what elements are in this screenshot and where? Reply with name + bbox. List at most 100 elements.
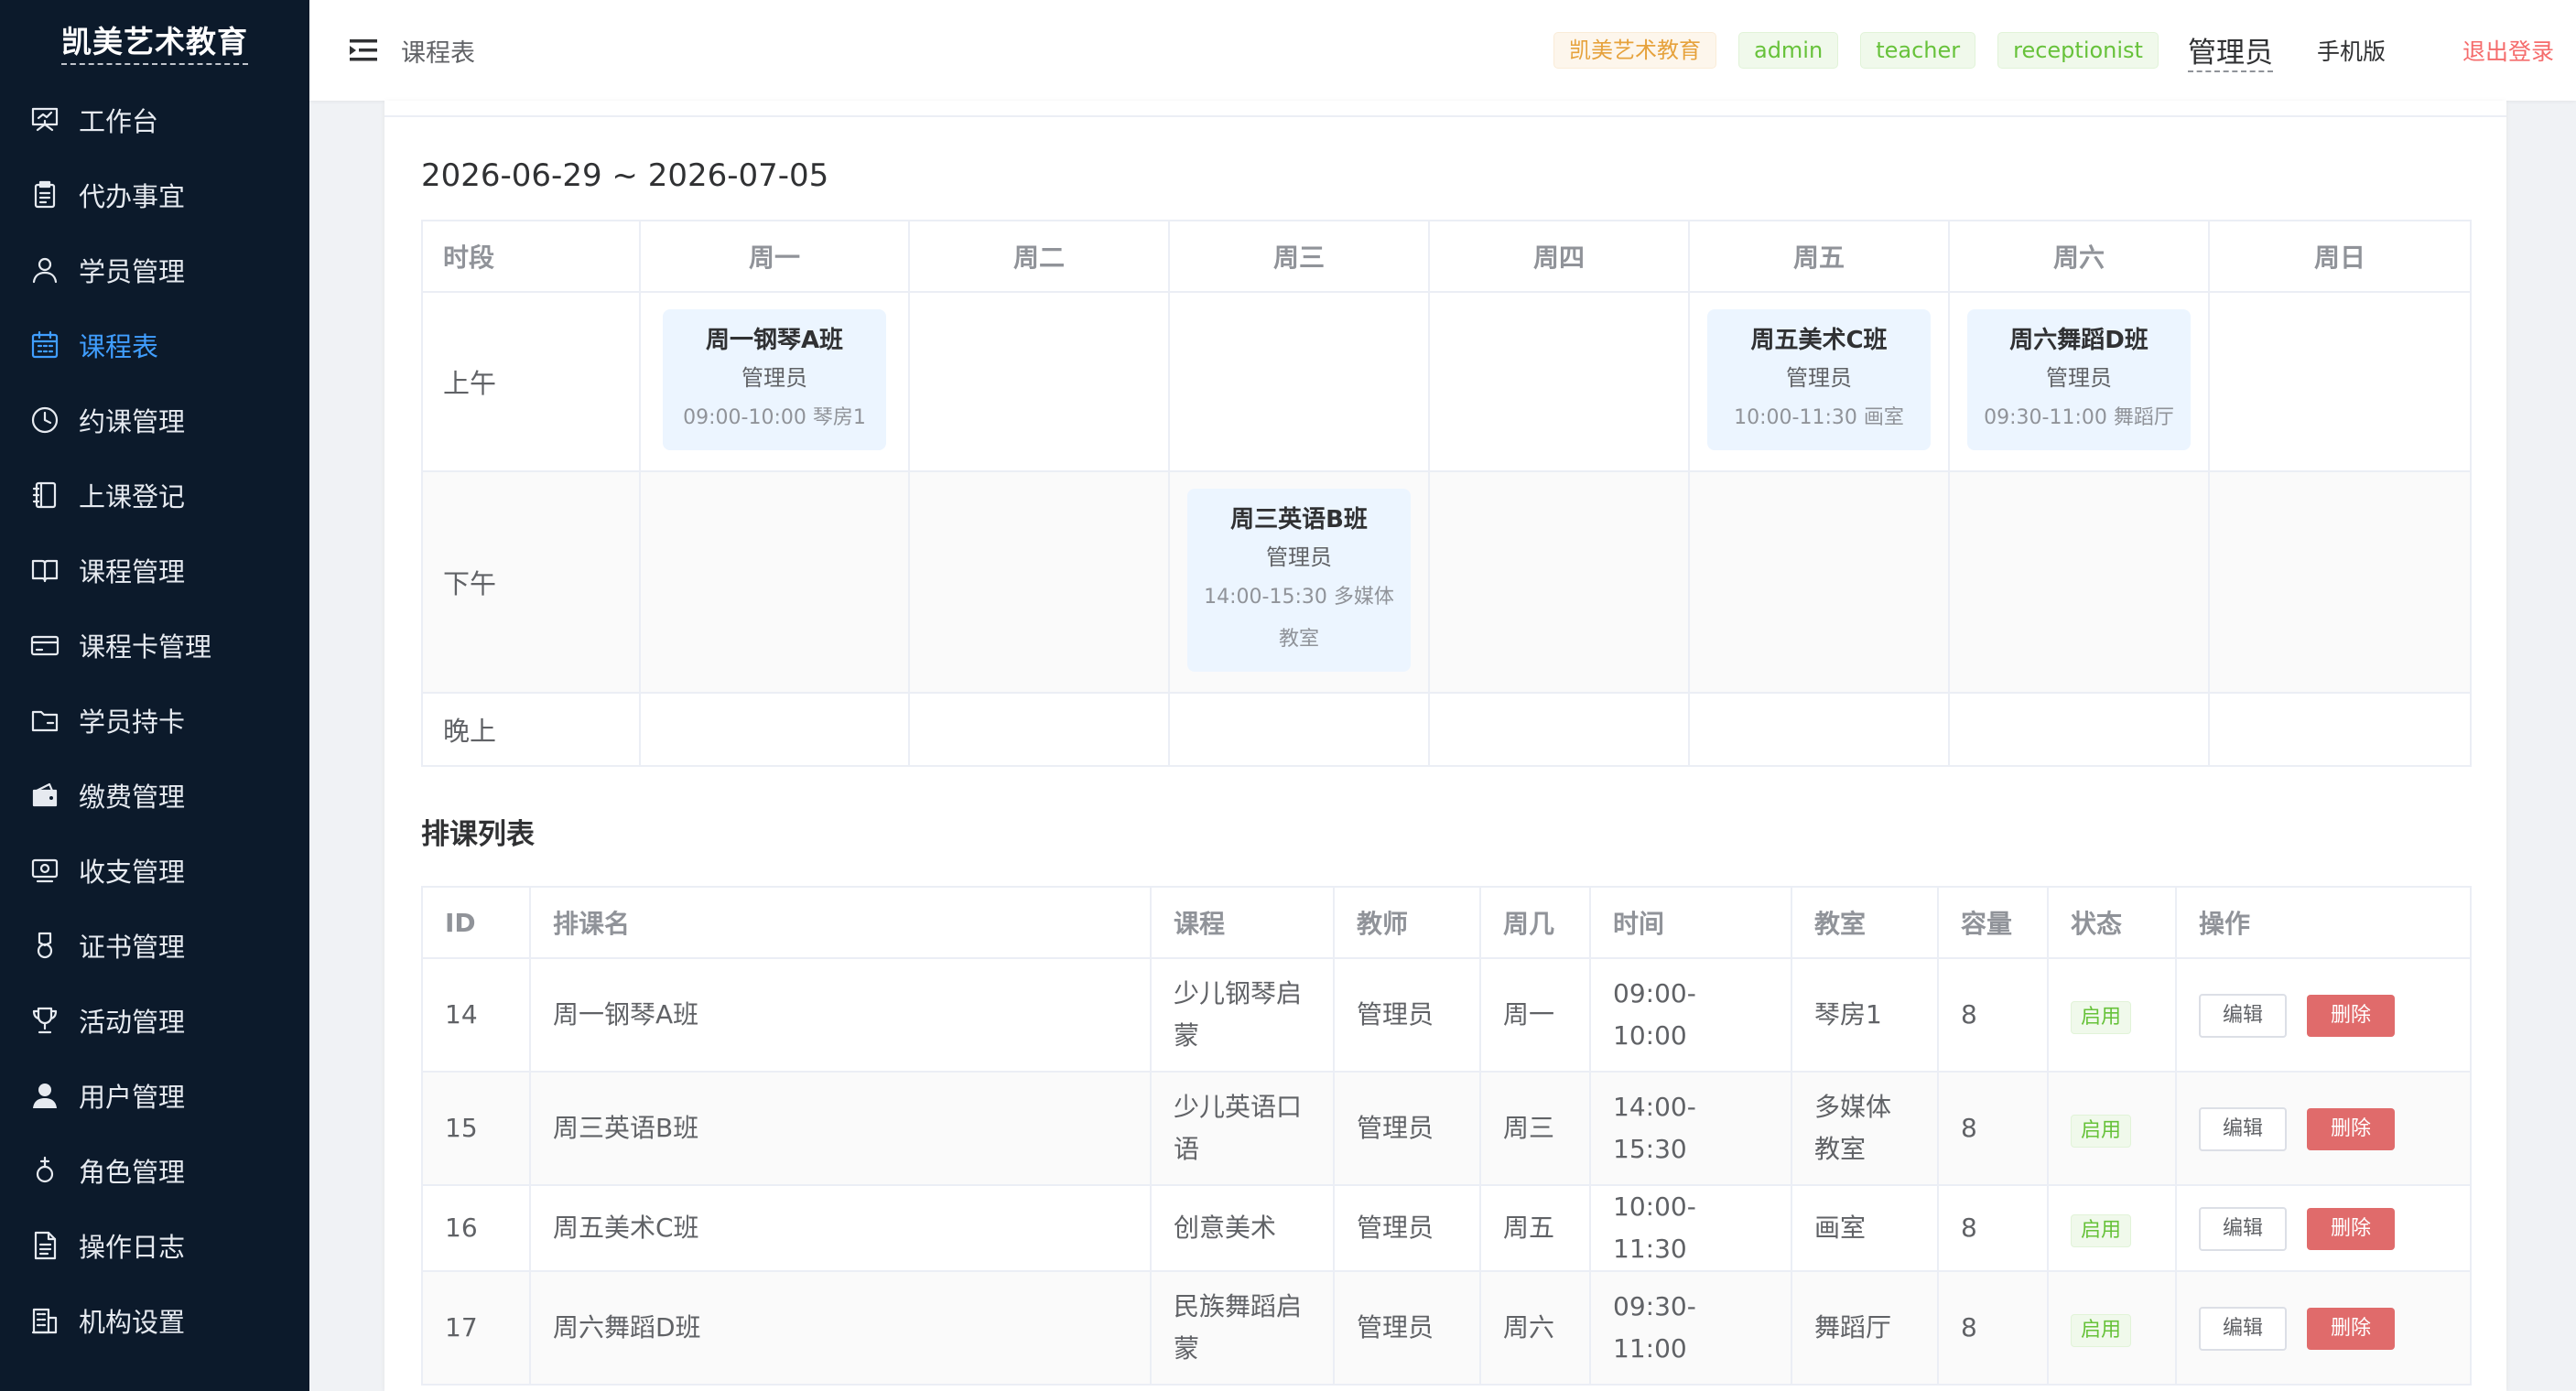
sidebar-item-1[interactable]: 代办事宜 (0, 157, 309, 232)
sidebar: 凯美艺术教育 工作台代办事宜学员管理课程表约课管理 上课登记 课程管理 课程卡管理 学员… (0, 0, 309, 1391)
list-column-header: 课程 (1150, 886, 1335, 959)
sidebar-item-label: 机构设置 (79, 1307, 186, 1338)
course-card[interactable]: 周一钢琴A班 管理员 09:00-10:00 琴房1 (663, 309, 886, 450)
mobile-version-link[interactable]: 手机版 (2317, 34, 2386, 67)
cell-room: 舞蹈厅 (1791, 1270, 1939, 1386)
current-user-dropdown[interactable]: 管理员 (2187, 29, 2273, 72)
sidebar-item-label: 证书管理 (79, 932, 186, 963)
cell-id: 17 (421, 1270, 531, 1386)
day-header-mon: 周一 (639, 220, 910, 293)
money-icon (29, 855, 60, 886)
edit-button[interactable]: 编辑 (2199, 994, 2287, 1038)
timetable-row: 上午 周一钢琴A班 管理员 09:00-10:00 琴房1 周五美术C班 管理员 10:00… (421, 291, 2472, 472)
presentation-board-icon (29, 104, 60, 135)
timetable-cell-fri (1688, 692, 1950, 767)
role-tag-teacher: teacher (1860, 32, 1976, 69)
cell-course: 创意美术 (1150, 1184, 1335, 1272)
document-icon (29, 1230, 60, 1261)
course-teacher: 管理员 (741, 365, 807, 391)
day-header-sat: 周六 (1948, 220, 2210, 293)
sidebar-item-3[interactable]: 课程表 (0, 307, 309, 383)
table-row: 17 周六舞蹈D班 民族舞蹈启蒙 管理员 周六 09:30-11:00 舞蹈厅 8 启用 编辑 删除 (421, 1270, 2472, 1386)
cell-actions: 编辑 删除 (2175, 1270, 2472, 1386)
sidebar-item-0[interactable]: 工作台 (0, 82, 309, 157)
status-badge: 启用 (2071, 1001, 2132, 1034)
org-tag: 凯美艺术教育 (1553, 32, 1716, 69)
timetable-cell-thu (1428, 692, 1690, 767)
cell-time: 14:00-15:30 (1589, 1071, 1792, 1186)
logout-link[interactable]: 退出登录 (2462, 34, 2554, 67)
sidebar-item-label: 课程表 (79, 331, 159, 362)
sidebar-item-8[interactable]: 学员持卡 (0, 683, 309, 758)
timetable-cell-wed (1168, 291, 1430, 472)
course-time-room: 10:00-11:30 画室 (1734, 406, 1904, 429)
edit-button[interactable]: 编辑 (2199, 1207, 2287, 1251)
breadcrumb: 课程表 (401, 38, 475, 68)
sidebar-item-6[interactable]: 课程管理 (0, 533, 309, 608)
list-column-header: 排课名 (529, 886, 1152, 959)
day-header-thu: 周四 (1428, 220, 1690, 293)
sidebar-item-2[interactable]: 学员管理 (0, 232, 309, 307)
cell-capacity: 8 (1937, 1071, 2049, 1186)
menu-collapse-icon[interactable] (348, 37, 379, 64)
course-time-room: 14:00-15:30 多媒体教室 (1204, 586, 1394, 651)
sidebar-item-14[interactable]: 角色管理 (0, 1133, 309, 1208)
sidebar-item-7[interactable]: 课程卡管理 (0, 608, 309, 683)
timetable-cell-sat (1948, 692, 2210, 767)
cell-teacher: 管理员 (1333, 1071, 1481, 1186)
open-book-icon (29, 555, 60, 586)
table-row: 16 周五美术C班 创意美术 管理员 周五 10:00-11:30 画室 8 启用 编辑 删除 (421, 1184, 2472, 1272)
edit-button[interactable]: 编辑 (2199, 1107, 2287, 1151)
sidebar-item-label: 活动管理 (79, 1007, 186, 1038)
schedule-list-title: 排课列表 (421, 818, 535, 851)
sidebar-item-5[interactable]: 上课登记 (0, 458, 309, 533)
cell-id: 16 (421, 1184, 531, 1272)
timetable-cell-tue (908, 470, 1170, 694)
week-range-title: 2026-06-29 ~ 2026-07-05 (421, 157, 829, 194)
delete-button[interactable]: 删除 (2307, 995, 2395, 1037)
sidebar-item-13[interactable]: 用户管理 (0, 1058, 309, 1133)
sidebar-item-label: 学员管理 (79, 256, 186, 287)
slot-label: 晚上 (421, 692, 641, 767)
brand-logo[interactable]: 凯美艺术教育 (0, 0, 309, 82)
slot-column-header: 时段 (421, 220, 641, 293)
sidebar-item-11[interactable]: 证书管理 (0, 908, 309, 983)
clipboard-icon (29, 179, 60, 210)
sidebar-item-9[interactable]: 缴费管理 (0, 758, 309, 833)
edit-button[interactable]: 编辑 (2199, 1307, 2287, 1351)
cell-id: 14 (421, 957, 531, 1073)
timetable-cell-thu (1428, 291, 1690, 472)
delete-button[interactable]: 删除 (2307, 1208, 2395, 1250)
course-name: 周三英语B班 (1230, 506, 1368, 534)
timetable-cell-tue (908, 692, 1170, 767)
folder-icon (29, 705, 60, 736)
trophy-icon (29, 1005, 60, 1036)
timetable-cell-wed: 周三英语B班 管理员 14:00-15:30 多媒体教室 (1168, 470, 1430, 694)
course-card[interactable]: 周五美术C班 管理员 10:00-11:30 画室 (1707, 309, 1931, 450)
sidebar-item-label: 角色管理 (79, 1157, 186, 1188)
delete-button[interactable]: 删除 (2307, 1108, 2395, 1150)
main-card: 2026-06-29 ~ 2026-07-05 时段 周一 周二 周三 周四 周… (384, 101, 2506, 1391)
role-tag-receptionist: receptionist (1997, 32, 2159, 69)
sidebar-item-16[interactable]: 机构设置 (0, 1283, 309, 1358)
timetable-row: 下午 周三英语B班 管理员 14:00-15:30 多媒体教室 (421, 470, 2472, 694)
sidebar-item-4[interactable]: 约课管理 (0, 383, 309, 458)
top-header: 课程表 凯美艺术教育 admin teacher receptionist 管理… (309, 0, 2576, 101)
sidebar-item-12[interactable]: 活动管理 (0, 983, 309, 1058)
timetable-cell-mon (639, 470, 910, 694)
course-card[interactable]: 周三英语B班 管理员 14:00-15:30 多媒体教室 (1187, 489, 1411, 672)
delete-button[interactable]: 删除 (2307, 1308, 2395, 1350)
card-divider (384, 115, 2506, 117)
cell-status: 启用 (2047, 957, 2177, 1073)
cell-teacher: 管理员 (1333, 1184, 1481, 1272)
timetable-cell-fri (1688, 470, 1950, 694)
cell-name: 周一钢琴A班 (529, 957, 1152, 1073)
sidebar-item-15[interactable]: 操作日志 (0, 1208, 309, 1283)
sidebar-item-10[interactable]: 收支管理 (0, 833, 309, 908)
sidebar-item-label: 收支管理 (79, 857, 186, 888)
sidebar-item-label: 工作台 (79, 106, 159, 137)
timetable-cell-mon (639, 692, 910, 767)
cell-name: 周三英语B班 (529, 1071, 1152, 1186)
course-card[interactable]: 周六舞蹈D班 管理员 09:30-11:00 舞蹈厅 (1967, 309, 2191, 450)
course-name: 周六舞蹈D班 (2009, 327, 2148, 354)
